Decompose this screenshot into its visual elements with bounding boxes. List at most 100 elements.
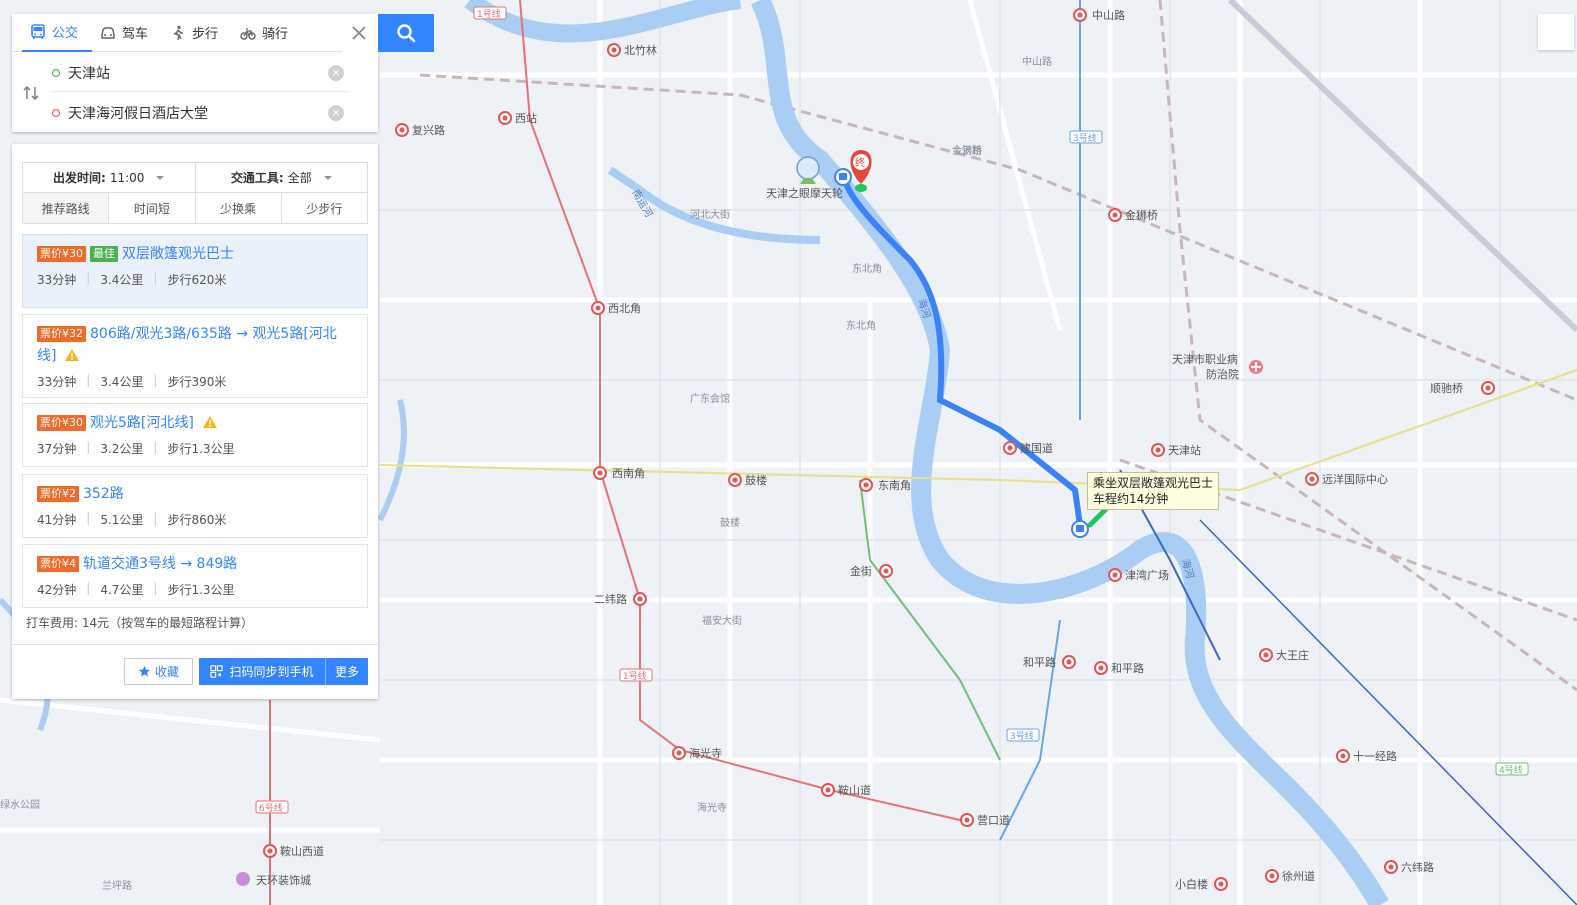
transport-type-select[interactable]: 交通工具: 全部 [194, 163, 368, 192]
metro-station-icon[interactable] [960, 813, 974, 827]
tab-walk-label: 步行 [192, 27, 219, 42]
metro-station-icon[interactable] [395, 123, 409, 137]
station-label: 西北角 [608, 302, 641, 315]
place-label: 天津市职业病 [1172, 352, 1238, 366]
search-button[interactable] [378, 14, 434, 52]
metro-station-icon[interactable] [1003, 441, 1017, 455]
route-distance: 4.7公里 [100, 583, 144, 597]
metro-station-icon[interactable] [593, 466, 607, 480]
station-label: 小白楼 [1175, 877, 1208, 891]
road-label: 东北角 [852, 262, 882, 275]
route-walk: 步行390米 [167, 375, 227, 389]
sort-fewest-transfers[interactable]: 少换乘 [194, 193, 281, 223]
metro-station-icon[interactable] [1305, 472, 1319, 486]
route-distance: 3.4公里 [100, 375, 144, 389]
more-button[interactable]: 更多 [325, 658, 368, 685]
metro-station-icon[interactable] [1151, 443, 1165, 457]
metro-station-icon[interactable] [1214, 877, 1228, 891]
road-label: 海光寺 [697, 801, 727, 814]
bike-icon [240, 27, 256, 40]
sort-least-walking[interactable]: 少步行 [280, 193, 367, 223]
svg-text:1号线: 1号线 [623, 670, 647, 682]
metro-station-icon[interactable] [1094, 661, 1108, 675]
metro-station-icon[interactable] [1384, 860, 1398, 874]
station-label: 北竹林 [624, 43, 657, 57]
tab-bike[interactable]: 骑行 [232, 14, 302, 52]
tab-bus[interactable]: 公交 [22, 14, 93, 52]
metro-station-icon[interactable] [1481, 381, 1495, 395]
route-walk: 步行1.3公里 [167, 442, 235, 456]
sort-recommended[interactable]: 推荐路线 [23, 193, 109, 223]
place-label: 防治院 [1206, 367, 1239, 381]
place-label: 广东会馆 [690, 392, 730, 405]
station-label: 天津站 [1168, 443, 1201, 457]
svg-text:3号线: 3号线 [1073, 132, 1097, 144]
station-label: 海光寺 [689, 746, 722, 760]
metro-station-icon[interactable] [633, 592, 647, 606]
station-label: 二纬路 [594, 593, 627, 606]
start-dot-icon [52, 68, 60, 77]
favorite-label: 收藏 [154, 665, 179, 679]
taxi-fare-note: 打车费用: 14元（按驾车的最短路程计算） [26, 616, 254, 630]
price-tag: 票价¥2 [37, 486, 79, 502]
metro-station-icon[interactable] [672, 746, 686, 760]
metro-station-icon[interactable] [1108, 208, 1122, 222]
metro-station-icon[interactable] [879, 564, 893, 578]
sort-shortest-time[interactable]: 时间短 [108, 193, 194, 223]
road-label: 兰坪路 [102, 879, 132, 892]
transport-mode-tabs: 公交 驾车 步行 骑行 [12, 14, 342, 52]
metro-station-icon[interactable] [1259, 648, 1273, 662]
metro-station-icon[interactable] [498, 111, 512, 125]
metro-station-icon[interactable] [1062, 655, 1076, 669]
route-option[interactable]: 票价¥30 观光5路[河北线] 37分钟 | 3.2公里 | 步行1.3公里 [22, 403, 368, 467]
route-name: 观光5路[河北线] [90, 415, 194, 431]
clear-end-icon[interactable]: × [328, 105, 344, 121]
sync-to-phone-button[interactable]: 扫码同步到手机 [199, 658, 325, 685]
metro-station-icon[interactable] [1265, 869, 1279, 883]
station-label: 建国道 [1020, 441, 1053, 455]
transport-type-label: 交通工具: [230, 171, 284, 185]
tab-walk[interactable]: 步行 [162, 14, 232, 52]
tab-drive[interactable]: 驾车 [92, 14, 162, 52]
hospital-icon [1249, 360, 1263, 374]
route-option[interactable]: 票价¥32 806路/观光3路/635路 → 观光5路[河北线] 33分钟 | 3.… [22, 314, 368, 398]
route-distance: 5.1公里 [100, 513, 144, 527]
car-icon [101, 26, 115, 39]
metro-line-badge: 1号线 [473, 6, 507, 20]
station-label: 十一经路 [1353, 749, 1397, 763]
metro-station-icon[interactable] [1336, 749, 1350, 763]
start-input[interactable]: 天津站 × [52, 54, 348, 92]
swap-icon[interactable] [22, 84, 40, 102]
depart-time-select[interactable]: 出发时间: 11:00 [23, 163, 195, 192]
end-input[interactable]: 天津海河假日酒店大堂 × [52, 94, 348, 132]
map-tool-button[interactable] [1538, 14, 1574, 50]
metro-station-icon[interactable] [728, 473, 742, 487]
route-search-box: 公交 驾车 步行 骑行 天津站 × 天津海河假日酒店大堂 × [12, 14, 378, 132]
bus-stop-icon[interactable] [834, 168, 852, 186]
end-marker-label: 终 [855, 156, 865, 169]
close-icon[interactable] [348, 22, 370, 44]
metro-station-icon[interactable] [607, 43, 621, 57]
shopping-icon [236, 872, 250, 886]
bus-stop-icon[interactable] [1071, 520, 1089, 538]
route-option[interactable]: 票价¥2 352路 41分钟 | 5.1公里 | 步行860米 [22, 474, 368, 538]
station-label: 六纬路 [1401, 861, 1434, 874]
metro-station-icon[interactable] [821, 783, 835, 797]
warning-icon [65, 349, 80, 361]
start-value: 天津站 [68, 65, 110, 82]
warning-icon [202, 416, 217, 428]
clear-start-icon[interactable]: × [328, 64, 344, 81]
favorite-button[interactable]: 收藏 [124, 658, 193, 685]
metro-station-icon[interactable] [1073, 8, 1087, 22]
route-option[interactable]: 票价¥4 轨道交通3号线 → 849路 42分钟 | 4.7公里 | 步行1.3公里 [22, 544, 368, 608]
metro-station-icon[interactable] [591, 301, 605, 315]
metro-station-icon[interactable] [263, 844, 277, 858]
metro-station-icon[interactable] [1108, 568, 1122, 582]
tab-bus-label: 公交 [52, 26, 79, 41]
station-label: 远洋国际中心 [1322, 472, 1388, 486]
tooltip-line-2: 车程约14分钟 [1093, 492, 1169, 506]
station-label: 西南角 [612, 467, 645, 480]
metro-station-icon[interactable] [859, 478, 873, 492]
road-label: 中山路 [1022, 55, 1052, 68]
route-option[interactable]: 票价¥30 最佳 双层敞篷观光巴士 33分钟 | 3.4公里 | 步行620米 [22, 234, 368, 308]
